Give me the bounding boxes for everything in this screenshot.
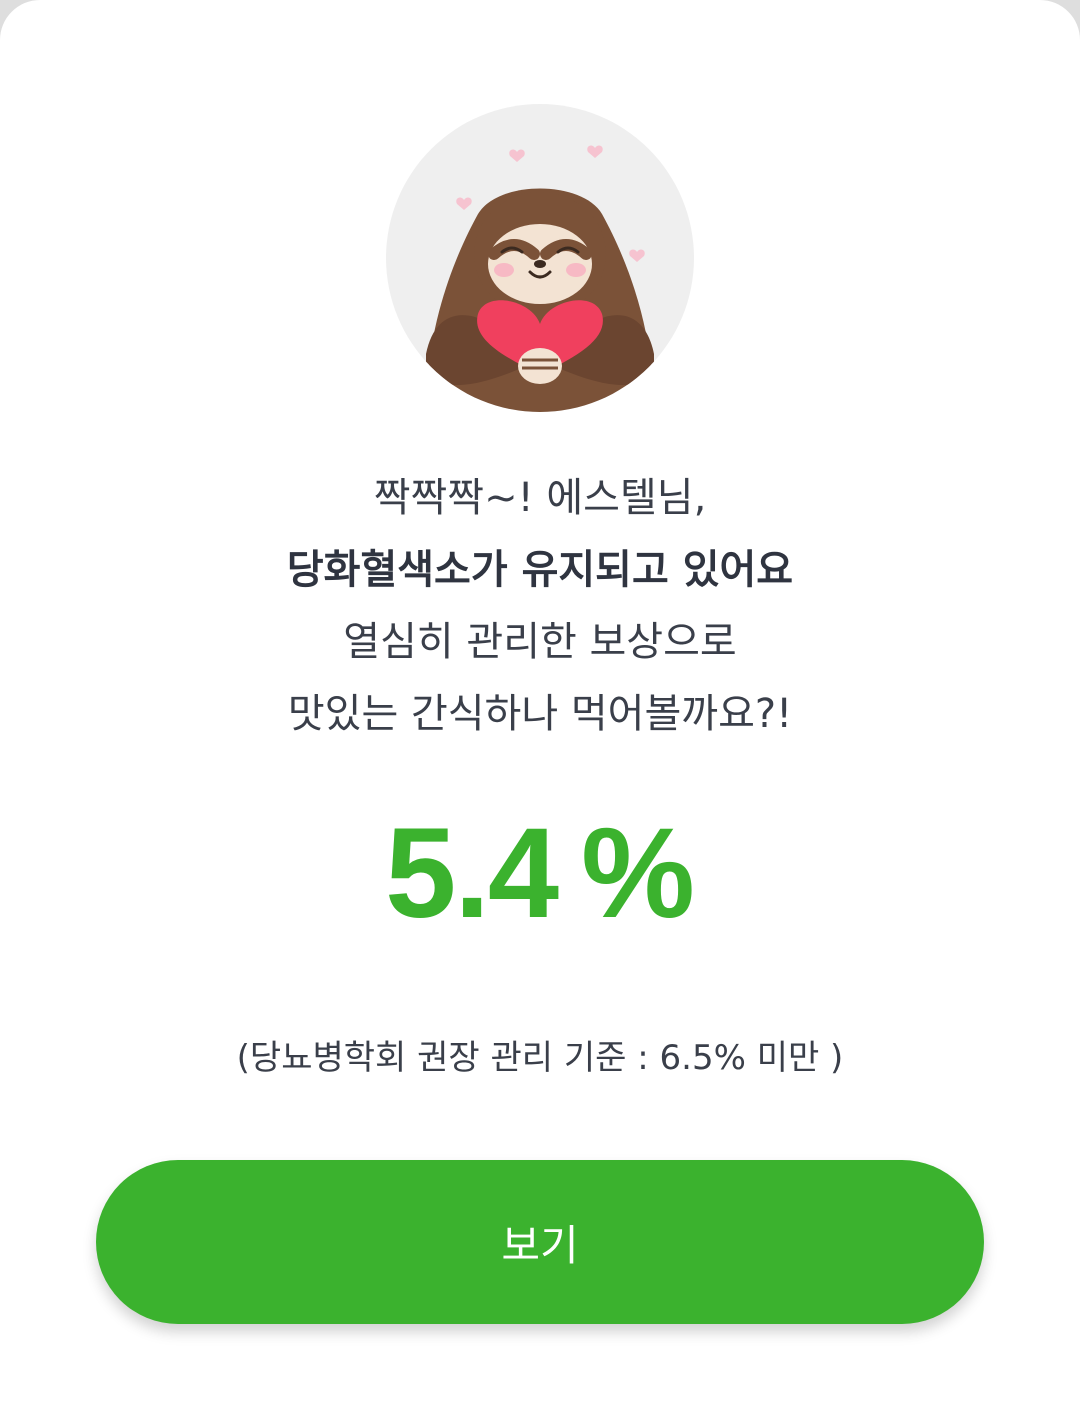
- reference-note: (당뇨병학회 권장 관리 기준 : 6.5% 미만 ): [236, 1038, 844, 1078]
- hba1c-number: 5.4: [385, 802, 559, 945]
- sloth-hugging-heart-icon: [386, 104, 694, 412]
- hba1c-unit: %: [581, 802, 695, 945]
- congratulation-message: 짝짝짝~! 에스텔님, 당화혈색소가 유지되고 있어요 열심히 관리한 보상으로…: [0, 462, 1080, 750]
- view-button[interactable]: 보기: [96, 1160, 984, 1324]
- status-headline: 당화혈색소가 유지되고 있어요: [286, 547, 794, 593]
- hba1c-value: 5.4%: [0, 800, 1080, 947]
- result-card: 짝짝짝~! 에스텔님, 당화혈색소가 유지되고 있어요 열심히 관리한 보상으로…: [0, 0, 1080, 1408]
- suggestion-line: 맛있는 간식하나 먹어볼까요?!: [287, 691, 793, 737]
- greeting-line: 짝짝짝~! 에스텔님,: [373, 475, 707, 521]
- reward-line: 열심히 관리한 보상으로: [343, 619, 737, 665]
